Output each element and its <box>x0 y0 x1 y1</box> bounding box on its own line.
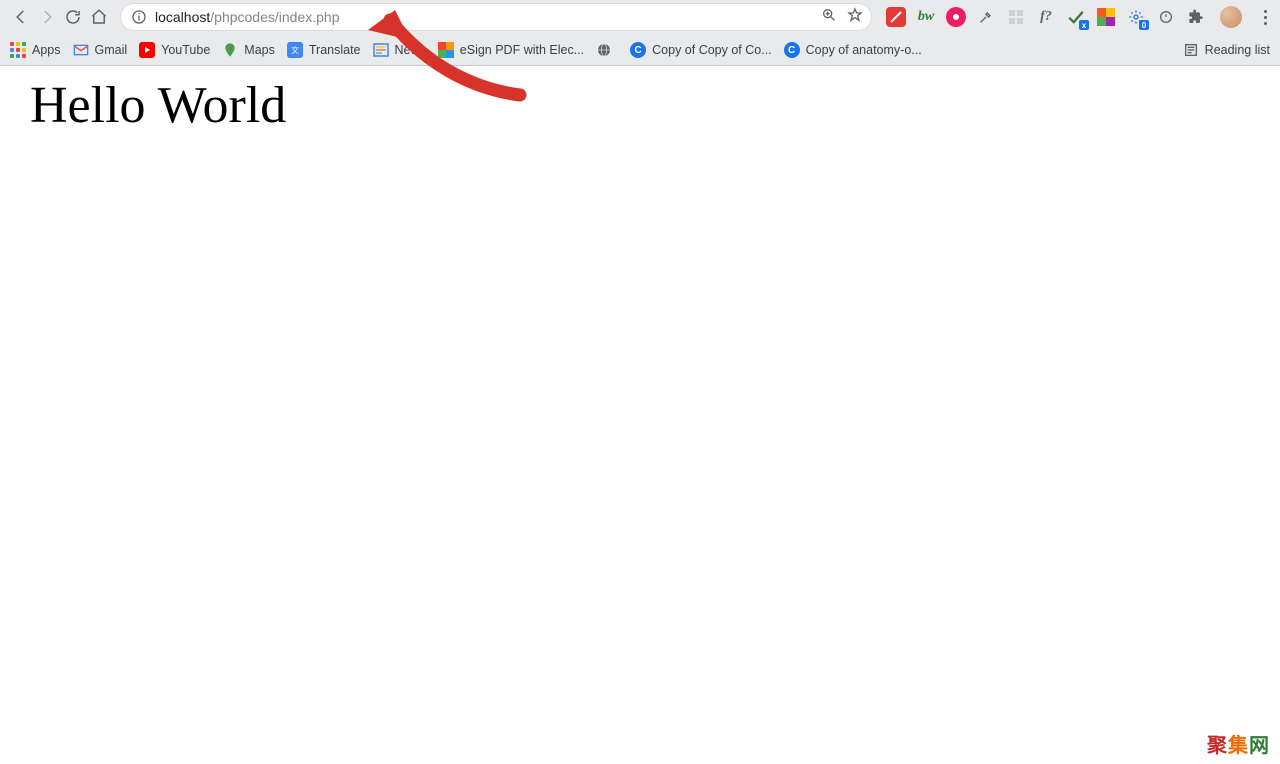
browser-chrome: localhost/phpcodes/index.php bw <box>0 0 1280 66</box>
home-button[interactable] <box>86 4 112 30</box>
news-icon <box>373 42 389 58</box>
bookmark-globe-empty[interactable] <box>596 42 618 58</box>
extensions-puzzle-icon[interactable] <box>1186 7 1206 27</box>
bookmarks-bar: Apps Gmail YouTube Maps 文 Translate <box>0 34 1280 66</box>
bookmark-copy-of-anatomy[interactable]: C Copy of anatomy-o... <box>784 42 922 58</box>
bookmark-label: Copy of anatomy-o... <box>806 43 922 57</box>
bookmark-label: Apps <box>32 43 61 57</box>
bookmark-star-icon[interactable] <box>847 7 863 28</box>
bookmark-label: Gmail <box>95 43 128 57</box>
home-icon <box>90 8 108 26</box>
bookmark-news[interactable]: News <box>373 42 426 58</box>
ext-icon-circle-outline[interactable] <box>1156 7 1176 27</box>
apps-grid-icon <box>10 42 26 58</box>
arrow-right-icon <box>38 8 56 26</box>
ext-icon-green-check[interactable]: x <box>1066 7 1086 27</box>
gmail-icon <box>73 42 89 58</box>
watermark-text: 聚集网 <box>1207 729 1270 758</box>
bookmark-gmail[interactable]: Gmail <box>73 42 128 58</box>
bookmark-label: eSign PDF with Elec... <box>460 43 584 57</box>
page-heading: Hello World <box>0 66 1280 135</box>
forward-button[interactable] <box>34 4 60 30</box>
ext-icon-eyedropper[interactable] <box>976 7 996 27</box>
site-info-icon[interactable] <box>131 9 147 25</box>
extensions-area: bw f? x 0 <box>886 6 1274 28</box>
bookmark-esign-pdf[interactable]: eSign PDF with Elec... <box>438 42 584 58</box>
reading-list-label: Reading list <box>1205 43 1270 57</box>
ext-icon-f-question[interactable]: f? <box>1036 7 1056 27</box>
reload-button[interactable] <box>60 4 86 30</box>
back-button[interactable] <box>8 4 34 30</box>
url-path: /phpcodes/index.php <box>210 9 339 25</box>
reading-list-icon <box>1183 42 1199 58</box>
translate-icon: 文 <box>287 42 303 58</box>
url-host: localhost <box>155 9 210 25</box>
maps-icon <box>222 42 238 58</box>
ext-icon-red-slash[interactable] <box>886 7 906 27</box>
ext-badge: x <box>1079 20 1089 30</box>
svg-text:文: 文 <box>291 45 299 55</box>
zoom-icon[interactable] <box>821 7 837 28</box>
bookmark-label: Translate <box>309 43 361 57</box>
bookmark-apps[interactable]: Apps <box>10 42 61 58</box>
ext-icon-color-squares[interactable] <box>1096 7 1116 27</box>
esign-icon <box>438 42 454 58</box>
ext-icon-bw[interactable]: bw <box>916 7 936 27</box>
letter-c-icon: C <box>630 42 646 58</box>
address-bar[interactable]: localhost/phpcodes/index.php <box>120 3 872 31</box>
profile-avatar[interactable] <box>1220 6 1242 28</box>
ext-icon-grid-grey[interactable] <box>1006 7 1026 27</box>
letter-c-icon: C <box>784 42 800 58</box>
bookmark-copy-of-copy[interactable]: C Copy of Copy of Co... <box>630 42 772 58</box>
url-text: localhost/phpcodes/index.php <box>155 9 339 25</box>
page-viewport: Hello World 聚集网 <box>0 66 1280 764</box>
reading-list-button[interactable]: Reading list <box>1183 42 1270 58</box>
toolbar: localhost/phpcodes/index.php bw <box>0 0 1280 34</box>
bookmark-label: Maps <box>244 43 275 57</box>
ext-icon-pink-circle[interactable] <box>946 7 966 27</box>
bookmark-translate[interactable]: 文 Translate <box>287 42 361 58</box>
arrow-left-icon <box>12 8 30 26</box>
globe-icon <box>596 42 612 58</box>
ext-icon-gear-blue[interactable]: 0 <box>1126 7 1146 27</box>
bookmark-label: YouTube <box>161 43 210 57</box>
youtube-icon <box>139 42 155 58</box>
omnibox-actions <box>821 7 863 28</box>
bookmark-maps[interactable]: Maps <box>222 42 275 58</box>
reload-icon <box>64 8 82 26</box>
chrome-menu-button[interactable] <box>1256 10 1274 25</box>
bookmark-youtube[interactable]: YouTube <box>139 42 210 58</box>
bookmark-label: Copy of Copy of Co... <box>652 43 772 57</box>
ext-badge: 0 <box>1139 20 1149 30</box>
bookmark-label: News <box>395 43 426 57</box>
